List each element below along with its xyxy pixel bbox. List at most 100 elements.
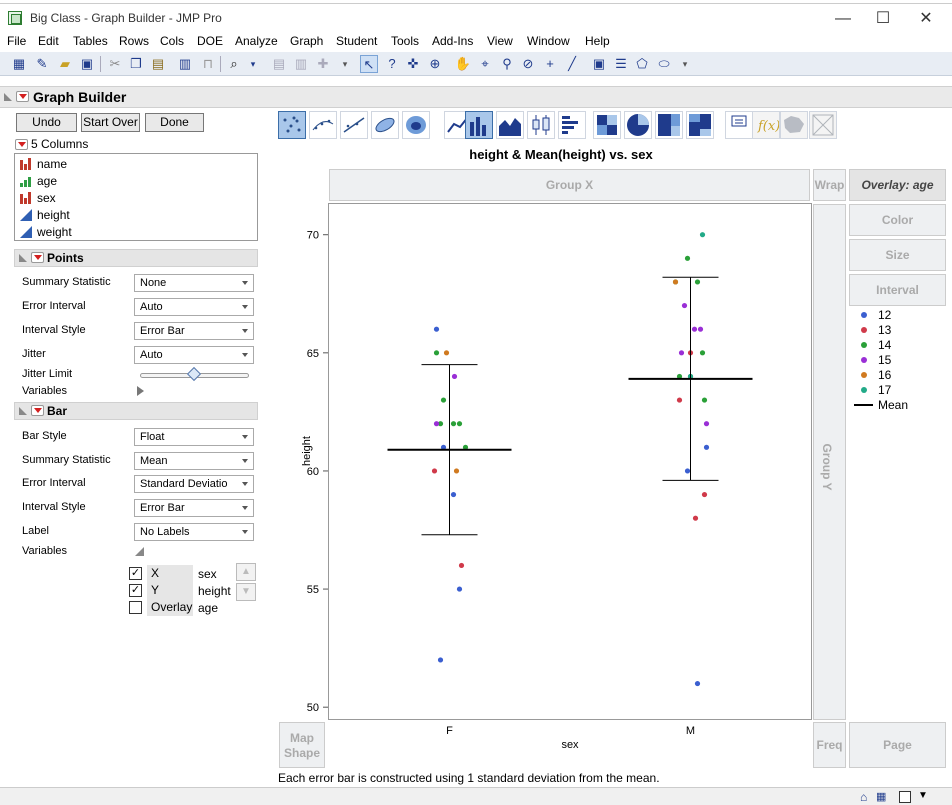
layout-icon[interactable]: ▥ <box>292 55 310 73</box>
line-of-fit-element-icon[interactable] <box>340 111 368 139</box>
y-variable-checkbox[interactable]: ✓ <box>129 584 142 597</box>
save-icon[interactable]: ▣ <box>78 55 96 73</box>
open-folder-icon[interactable]: ▰ <box>56 55 74 73</box>
chevron-down-icon[interactable]: ▾ <box>336 55 354 73</box>
move-down-arrow-icon[interactable]: ▼ <box>236 583 256 601</box>
line-tool-icon[interactable]: ╱ <box>563 55 581 73</box>
formula-element-icon[interactable]: f(x) <box>752 111 780 139</box>
size-drop-zone[interactable]: Size <box>849 239 946 271</box>
target-icon[interactable]: ⊕ <box>426 55 444 73</box>
cross-icon[interactable]: + <box>541 55 559 73</box>
menu-rows[interactable]: Rows <box>119 34 149 48</box>
chevron-down-icon[interactable]: ▾ <box>676 55 694 73</box>
menu-tools[interactable]: Tools <box>391 34 419 48</box>
bar-summary-statistic-dropdown[interactable]: Mean <box>134 452 254 470</box>
overlay-drop-zone[interactable]: Overlay: age <box>849 169 946 201</box>
plot-area[interactable] <box>328 203 812 720</box>
red-triangle-menu-icon[interactable] <box>31 405 44 416</box>
jitter-dropdown[interactable]: Auto <box>134 346 254 364</box>
bar-style-dropdown[interactable]: Float <box>134 428 254 446</box>
search-icon[interactable]: ⌕ <box>225 55 243 73</box>
close-button[interactable]: ✕ <box>908 8 944 30</box>
red-triangle-menu-icon[interactable] <box>16 91 29 102</box>
area-element-icon[interactable] <box>496 111 524 139</box>
red-triangle-menu-icon[interactable] <box>31 252 44 263</box>
wrap-drop-zone[interactable]: Wrap <box>813 169 846 201</box>
column-item[interactable]: name <box>19 156 249 173</box>
color-drop-zone[interactable]: Color <box>849 204 946 236</box>
window-list-icon[interactable] <box>899 791 911 803</box>
menu-edit[interactable]: Edit <box>38 34 59 48</box>
overlay-variable-checkbox[interactable] <box>129 601 142 614</box>
start-over-button[interactable]: Start Over <box>81 113 140 132</box>
contour-element-icon[interactable] <box>402 111 430 139</box>
help-icon[interactable]: ? <box>383 55 401 73</box>
histogram-element-icon[interactable] <box>558 111 586 139</box>
menu-graph[interactable]: Graph <box>290 34 323 48</box>
legend-item[interactable]: 14 <box>854 338 934 353</box>
variables-expand-icon[interactable] <box>137 386 144 396</box>
map-shapes-element-icon[interactable] <box>780 111 808 139</box>
arrow-cursor-icon[interactable]: ↖ <box>360 55 378 73</box>
oval-icon[interactable]: ⬭ <box>655 55 673 73</box>
variables-collapse-icon[interactable] <box>135 547 144 556</box>
menu-window[interactable]: Window <box>527 34 570 48</box>
bar-element-icon[interactable] <box>465 111 493 139</box>
magnifier-icon[interactable]: ⊘ <box>519 55 537 73</box>
heatmap-element-icon[interactable] <box>593 111 621 139</box>
brush-icon[interactable]: ⌖ <box>476 55 494 73</box>
menu-file[interactable]: File <box>7 34 26 48</box>
legend-item[interactable]: 12 <box>854 308 934 323</box>
group-y-drop-zone[interactable]: Group Y <box>813 204 846 720</box>
column-item[interactable]: height <box>19 207 249 224</box>
legend-item-mean[interactable]: Mean <box>854 398 934 413</box>
menu-student[interactable]: Student <box>336 34 377 48</box>
menu-tables[interactable]: Tables <box>73 34 108 48</box>
bar-error-interval-dropdown[interactable]: Standard Deviatio <box>134 475 254 493</box>
undo-button[interactable]: Undo <box>16 113 77 132</box>
home-icon[interactable]: ⌂ <box>860 790 867 804</box>
column-item[interactable]: sex <box>19 190 249 207</box>
group-x-drop-zone[interactable]: Group X <box>329 169 810 201</box>
lasso-icon[interactable]: ⚲ <box>498 55 516 73</box>
points-error-interval-dropdown[interactable]: Auto <box>134 298 254 316</box>
disclosure-icon[interactable] <box>19 254 27 262</box>
page-drop-zone[interactable]: Page <box>849 722 946 768</box>
copy-icon[interactable]: ❐ <box>127 55 145 73</box>
move-up-arrow-icon[interactable]: ▲ <box>236 563 256 581</box>
treemap-element-icon[interactable] <box>655 111 683 139</box>
jitter-limit-slider-track[interactable] <box>140 366 249 382</box>
minimize-button[interactable]: — <box>825 8 861 30</box>
menu-view[interactable]: View <box>487 34 513 48</box>
polygon-icon[interactable]: ⬠ <box>633 55 651 73</box>
points-interval-style-dropdown[interactable]: Error Bar <box>134 322 254 340</box>
menu-cols[interactable]: Cols <box>160 34 184 48</box>
legend-item[interactable]: 13 <box>854 323 934 338</box>
column-item[interactable]: weight <box>19 224 249 241</box>
cut-icon[interactable]: ✂ <box>106 55 124 73</box>
pie-element-icon[interactable] <box>624 111 652 139</box>
paste-icon[interactable]: ▤ <box>149 55 167 73</box>
legend-item[interactable]: 16 <box>854 368 934 383</box>
hand-icon[interactable]: ✋ <box>454 55 472 73</box>
menu-add-ins[interactable]: Add-Ins <box>432 34 473 48</box>
report-icon[interactable]: ▤ <box>270 55 288 73</box>
points-summary-statistic-dropdown[interactable]: None <box>134 274 254 292</box>
lines-icon[interactable]: ☰ <box>612 55 630 73</box>
new-script-icon[interactable]: ✎ <box>33 55 51 73</box>
table-view-icon[interactable]: ▦ <box>876 790 886 803</box>
ellipse-element-icon[interactable] <box>371 111 399 139</box>
map-shape-drop-zone[interactable]: Map Shape <box>279 722 325 768</box>
annotate-icon[interactable]: ▣ <box>590 55 608 73</box>
maximize-button[interactable]: ☐ <box>865 8 901 30</box>
menu-doe[interactable]: DOE <box>197 34 223 48</box>
new-data-table-icon[interactable]: ▦ <box>10 55 28 73</box>
freq-drop-zone[interactable]: Freq <box>813 722 846 768</box>
parallel-element-icon[interactable] <box>809 111 837 139</box>
caption-box-element-icon[interactable] <box>725 111 753 139</box>
menu-help[interactable]: Help <box>585 34 610 48</box>
column-item[interactable]: age <box>19 173 249 190</box>
columns-red-triangle-icon[interactable] <box>15 139 28 150</box>
done-button[interactable]: Done <box>145 113 204 132</box>
add-icon[interactable]: ✚ <box>314 55 332 73</box>
